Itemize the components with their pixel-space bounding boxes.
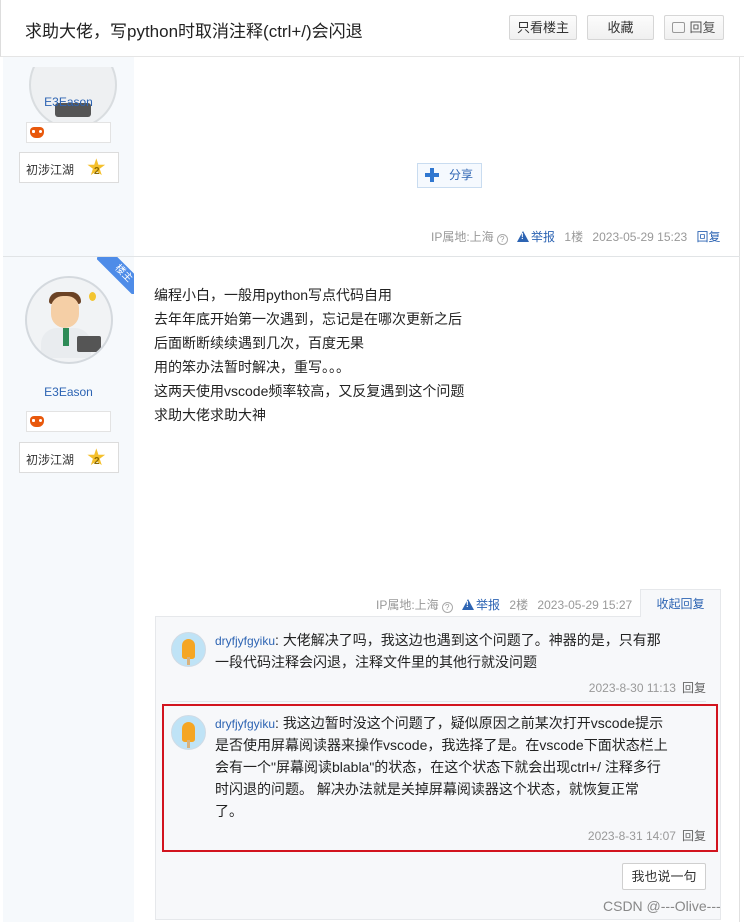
post1-datetime: 2023-05-29 15:23	[592, 230, 688, 244]
gamepad-icon	[30, 416, 44, 427]
post1-username[interactable]: E3Eason	[3, 95, 134, 109]
thread-title: 求助大佬，写python时取消注释(ctrl+/)会闪退	[25, 22, 363, 41]
favorite-button[interactable]: 收藏	[587, 15, 654, 40]
thread-header: 求助大佬，写python时取消注释(ctrl+/)会闪退 只看楼主 收藏 回复	[0, 0, 744, 57]
op-corner-badge: 楼主	[97, 257, 134, 294]
post1-level-name: 初涉江湖	[26, 163, 75, 177]
post2-line: 后面断断续续遇到几次，百度无果	[154, 335, 364, 351]
star-icon: ★ 2	[86, 155, 107, 179]
help-icon[interactable]: ?	[496, 234, 508, 245]
post1-report[interactable]: 举报	[517, 230, 555, 244]
reply1-text: dryfjyfgyiku: 大佬解决了吗，我这边也遇到这个问题了。神器的是，只有…	[215, 629, 711, 673]
post2-username[interactable]: E3Eason	[3, 385, 134, 399]
post2-report[interactable]: 举报	[462, 598, 500, 612]
only-op-button[interactable]: 只看楼主	[509, 15, 577, 40]
highlight-box	[162, 704, 718, 852]
post2-line: 去年年底开始第一次遇到，忘记是在哪次更新之后	[154, 311, 462, 327]
post2-line: 求助大佬求助大神	[154, 407, 266, 423]
plus-icon	[424, 167, 440, 183]
reply1-datetime: 2023-8-30 11:13	[588, 681, 676, 695]
post2-badge	[26, 411, 111, 432]
reply-separator	[170, 701, 706, 702]
post1-level-num: 2	[94, 166, 100, 177]
share-label: 分享	[449, 168, 474, 182]
gamepad-icon	[30, 127, 44, 138]
reply-button-label: 回复	[689, 20, 716, 35]
post2-avatar[interactable]	[25, 276, 113, 364]
post2-line: 编程小白，一般用python写点代码自用	[154, 287, 393, 303]
share-button[interactable]: 分享	[417, 163, 482, 188]
post1-badge	[26, 122, 111, 143]
post2-line: 这两天使用vscode频率较高，又反复遇到这个问题	[154, 383, 465, 399]
reply1-line: 一段代码注释会闪退，注释文件里的其他行就没问题	[215, 654, 537, 670]
reply1-line: 大佬解决了吗，我这边也遇到这个问题了。神器的是，只有那	[282, 632, 661, 648]
watermark: CSDN @---Olive---	[603, 898, 721, 914]
reply1-user[interactable]: dryfjyfgyiku	[215, 634, 275, 648]
post1-floor: 1楼	[564, 230, 584, 244]
post1-meta: IP属地:上海? 举报 1楼 2023-05-29 15:23 回复	[431, 228, 721, 245]
post2-ip: IP属地:上海	[376, 598, 439, 612]
reply1-meta: 2023-8-30 11:13 回复	[589, 679, 706, 696]
reply1-avatar[interactable]	[171, 632, 206, 667]
post2-meta: IP属地:上海? 举报 2楼 2023-05-29 15:27	[376, 596, 632, 613]
warning-icon	[462, 599, 475, 610]
post1-reply-link[interactable]: 回复	[697, 230, 721, 244]
post2-line: 用的笨办法暂时解决，重写。。。	[154, 359, 350, 375]
comment-icon	[672, 22, 686, 33]
reply1-reply-link[interactable]: 回复	[682, 681, 706, 695]
post2-level[interactable]: 初涉江湖 ★ 2	[19, 442, 119, 473]
reply-button[interactable]: 回复	[664, 15, 724, 40]
warning-icon	[517, 231, 530, 242]
say-something-button[interactable]: 我也说一句	[622, 863, 706, 890]
post2-floor: 2楼	[509, 598, 529, 612]
post1-ip: IP属地:上海	[431, 230, 494, 244]
post2-level-name: 初涉江湖	[26, 453, 75, 467]
post2-content: 编程小白，一般用python写点代码自用 去年年底开始第一次遇到，忘记是在哪次更…	[154, 283, 464, 427]
post1-level[interactable]: 初涉江湖 ★ 2	[19, 152, 119, 183]
help-icon[interactable]: ?	[441, 602, 453, 613]
collapse-reply-tab[interactable]: 收起回复	[640, 589, 721, 617]
post2-datetime: 2023-05-29 15:27	[537, 598, 633, 612]
post2-level-num: 2	[94, 456, 100, 467]
star-icon: ★ 2	[86, 445, 107, 469]
